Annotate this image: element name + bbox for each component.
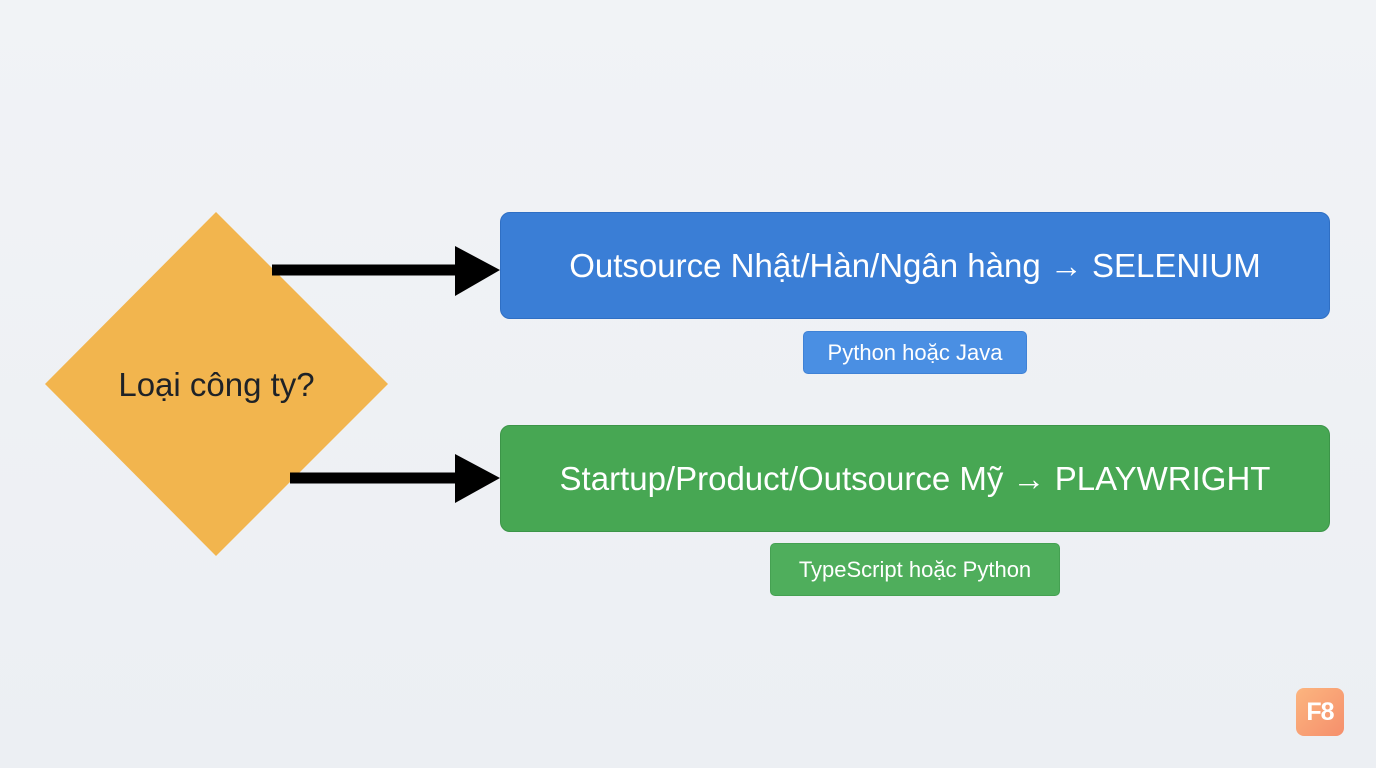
outcome-selenium-box: Outsource Nhật/Hàn/Ngân hàng → SELENIUM	[500, 212, 1330, 319]
selenium-language-badge: Python hoặc Java	[803, 331, 1027, 374]
f8-logo: F8	[1296, 688, 1344, 736]
playwright-language-label: TypeScript hoặc Python	[798, 556, 1032, 582]
diagram-canvas: Loại công ty? Outsource Nhật/Hàn/Ngân hà…	[0, 0, 1376, 768]
outcome-playwright-label: Startup/Product/Outsource Mỹ → PLAYWRIGH…	[559, 459, 1271, 497]
selenium-language-label: Python hoặc Java	[827, 339, 1003, 365]
arrow-to-playwright-head	[455, 454, 500, 503]
outcome-selenium-label: Outsource Nhật/Hàn/Ngân hàng → SELENIUM	[569, 246, 1261, 284]
outcome-playwright-box: Startup/Product/Outsource Mỹ → PLAYWRIGH…	[500, 425, 1330, 532]
arrow-to-selenium-head	[455, 246, 500, 296]
playwright-language-badge: TypeScript hoặc Python	[770, 543, 1060, 596]
decision-label: Loại công ty?	[118, 366, 315, 403]
